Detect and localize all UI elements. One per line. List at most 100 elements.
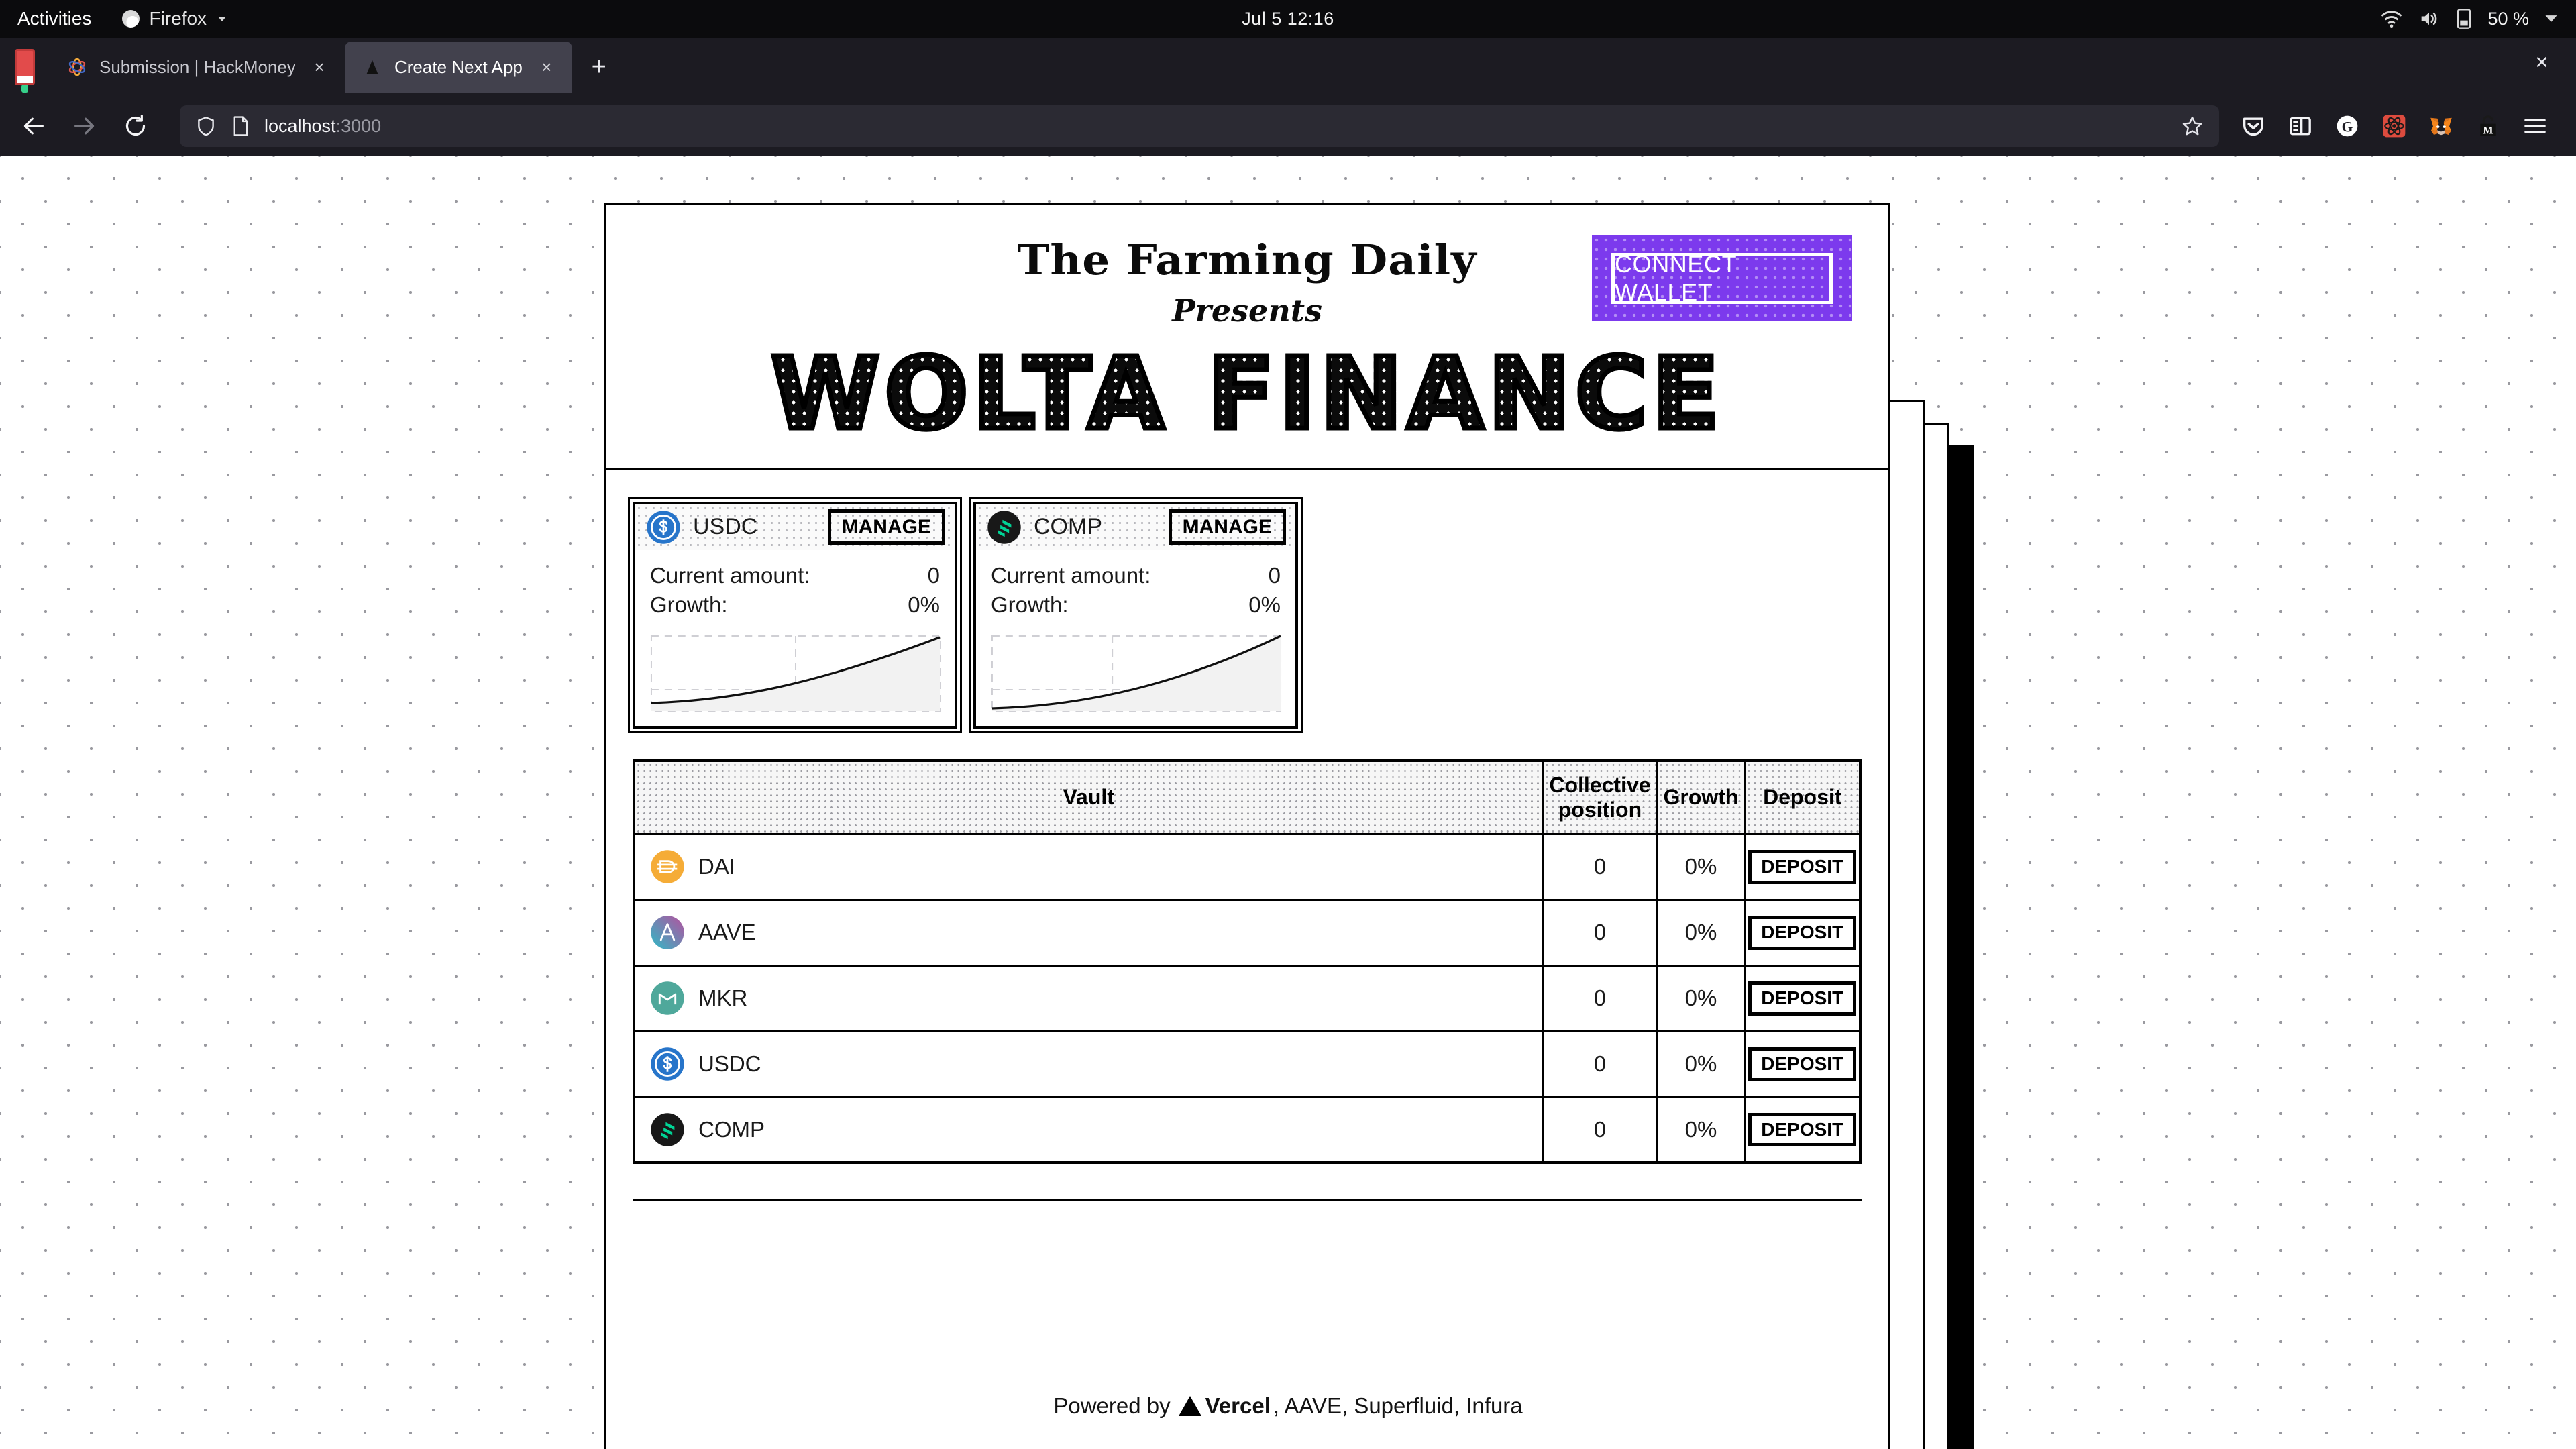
wifi-icon[interactable] bbox=[2380, 7, 2403, 30]
vercel-logo: Vercel bbox=[1178, 1393, 1271, 1419]
cell-collective-position: 0 bbox=[1542, 833, 1658, 901]
browser-tab-hackmoney[interactable]: Submission | HackMoney × bbox=[50, 42, 345, 93]
metamask-icon[interactable] bbox=[2423, 108, 2459, 144]
column-header-deposit: Deposit bbox=[1743, 759, 1862, 835]
cell-deposit: DEPOSIT bbox=[1743, 898, 1862, 967]
vault-table-head: Vault Collective position Growth Deposit bbox=[633, 759, 1862, 835]
window-close-button[interactable]: × bbox=[2525, 50, 2559, 76]
dai-coin-icon bbox=[651, 850, 684, 884]
cell-vault-name: DAI bbox=[633, 833, 1544, 901]
firefox-window-icon bbox=[15, 49, 35, 85]
cell-deposit: DEPOSIT bbox=[1743, 1095, 1862, 1164]
vault-name: DAI bbox=[650, 849, 1542, 884]
battery-percent-label: 50 % bbox=[2487, 8, 2529, 29]
cell-growth: 0% bbox=[1656, 898, 1746, 967]
url-text: localhost:3000 bbox=[264, 116, 381, 137]
current-amount-value: 0 bbox=[927, 562, 940, 588]
hamburger-menu-icon[interactable] bbox=[2517, 108, 2553, 144]
deposit-button-comp[interactable]: DEPOSIT bbox=[1748, 1113, 1857, 1147]
tab-close-button[interactable]: × bbox=[307, 58, 331, 76]
nextjs-triangle-favicon bbox=[366, 60, 378, 74]
growth-label: Growth: bbox=[991, 592, 1069, 617]
footer-suffix: , AAVE, Superfluid, Infura bbox=[1273, 1393, 1523, 1418]
token-symbol: USDC bbox=[693, 514, 758, 540]
medium-icon[interactable]: M bbox=[2470, 108, 2506, 144]
vault-label: USDC bbox=[698, 1051, 761, 1077]
sidebar-icon[interactable] bbox=[2282, 108, 2318, 144]
table-row: DAI 0 0% DEPOSIT bbox=[633, 833, 1862, 901]
vault-label: DAI bbox=[698, 854, 736, 879]
page-viewport: The Farming Daily Presents WOLTA FINANCE… bbox=[0, 156, 2576, 1449]
deposit-button-mkr[interactable]: DEPOSIT bbox=[1748, 981, 1857, 1016]
react-devtools-icon[interactable] bbox=[2376, 108, 2412, 144]
tab-close-button[interactable]: × bbox=[535, 58, 559, 76]
vault-label: MKR bbox=[698, 985, 748, 1011]
cell-deposit: DEPOSIT bbox=[1743, 833, 1862, 901]
usdc-coin-icon bbox=[647, 511, 680, 544]
pocket-icon[interactable] bbox=[2235, 108, 2271, 144]
newspaper-card: The Farming Daily Presents WOLTA FINANCE… bbox=[604, 203, 1890, 1449]
table-row: COMP 0 0% DEPOSIT bbox=[633, 1095, 1862, 1164]
cell-growth: 0% bbox=[1656, 1095, 1746, 1164]
vault-label: COMP bbox=[698, 1117, 765, 1142]
vault-name: COMP bbox=[650, 1112, 1542, 1147]
new-tab-button[interactable]: + bbox=[583, 53, 615, 82]
growth-label: Growth: bbox=[650, 592, 728, 617]
browser-tab-create-next-app[interactable]: Create Next App × bbox=[345, 42, 572, 93]
token-card-comp: COMP MANAGE Current amount: 0 Growth: 0% bbox=[969, 496, 1303, 733]
column-header-collective-position: Collective position bbox=[1542, 759, 1658, 835]
deposit-button-aave[interactable]: DEPOSIT bbox=[1748, 916, 1857, 950]
manage-button-comp[interactable]: MANAGE bbox=[1168, 509, 1286, 545]
reload-icon[interactable] bbox=[118, 109, 153, 144]
connect-wallet-label: CONNECT WALLET bbox=[1611, 250, 1833, 306]
connect-wallet-button[interactable]: CONNECT WALLET bbox=[1592, 235, 1852, 321]
forward-icon[interactable] bbox=[67, 109, 102, 144]
deposit-button-dai[interactable]: DEPOSIT bbox=[1748, 850, 1857, 884]
vercel-label: Vercel bbox=[1205, 1393, 1271, 1418]
cell-growth: 0% bbox=[1656, 833, 1746, 901]
usdc-coin-icon bbox=[651, 1047, 684, 1081]
mkr-coin-icon bbox=[651, 981, 684, 1016]
volume-icon[interactable] bbox=[2418, 7, 2440, 30]
cell-deposit: DEPOSIT bbox=[1743, 964, 1862, 1032]
vault-name: AAVE bbox=[650, 915, 1542, 950]
url-port: :3000 bbox=[335, 115, 382, 136]
comp-coin-icon bbox=[651, 1113, 684, 1146]
page-info-icon[interactable] bbox=[231, 115, 251, 138]
paper-divider bbox=[633, 1199, 1862, 1201]
token-card-stats: Current amount: 0 Growth: 0% bbox=[976, 550, 1295, 627]
current-amount-label: Current amount: bbox=[650, 562, 810, 588]
tab-title: Submission | HackMoney bbox=[99, 56, 295, 77]
footer-prefix: Powered by bbox=[1053, 1393, 1171, 1418]
shield-icon bbox=[198, 116, 214, 136]
tab-strip: Submission | HackMoney × Create Next App… bbox=[0, 38, 2576, 97]
grammarly-icon[interactable]: G bbox=[2329, 108, 2365, 144]
manage-button-usdc[interactable]: MANAGE bbox=[827, 509, 945, 545]
token-card-usdc: USDC MANAGE Current amount: 0 Growth: 0% bbox=[628, 496, 962, 733]
page-footer: Powered by Vercel , AAVE, Superfluid, In… bbox=[0, 1393, 2576, 1419]
vault-name: USDC bbox=[650, 1046, 1542, 1081]
url-bar[interactable]: localhost:3000 bbox=[180, 105, 2219, 147]
system-menu-caret-icon[interactable] bbox=[2544, 11, 2559, 26]
token-growth-chart-comp bbox=[976, 627, 1295, 726]
cell-collective-position: 0 bbox=[1542, 964, 1658, 1032]
clock[interactable]: Jul 5 12:16 bbox=[0, 9, 2576, 30]
svg-text:M: M bbox=[2483, 125, 2493, 137]
cell-growth: 0% bbox=[1656, 1030, 1746, 1098]
bookmark-star-icon[interactable] bbox=[2180, 114, 2204, 138]
current-amount-value: 0 bbox=[1268, 562, 1281, 588]
growth-row: Growth: 0% bbox=[650, 590, 940, 620]
aave-coin-icon bbox=[651, 916, 684, 950]
table-header-row: Vault Collective position Growth Deposit bbox=[633, 759, 1862, 835]
vault-table-body: DAI 0 0% DEPOSIT AAVE 0 0% DEPOSIT MKR 0… bbox=[633, 833, 1862, 1164]
cell-vault-name: AAVE bbox=[633, 898, 1544, 967]
hackmoney-favicon bbox=[68, 58, 86, 76]
vault-table: Vault Collective position Growth Deposit bbox=[633, 759, 1862, 1165]
cell-collective-position: 0 bbox=[1542, 898, 1658, 967]
back-icon[interactable] bbox=[16, 109, 51, 144]
battery-icon[interactable] bbox=[2455, 7, 2473, 30]
deposit-button-usdc[interactable]: DEPOSIT bbox=[1748, 1047, 1857, 1081]
growth-row: Growth: 0% bbox=[991, 590, 1281, 620]
vault-table-wrapper: Vault Collective position Growth Deposit bbox=[606, 729, 1888, 1165]
token-symbol: COMP bbox=[1034, 514, 1102, 540]
